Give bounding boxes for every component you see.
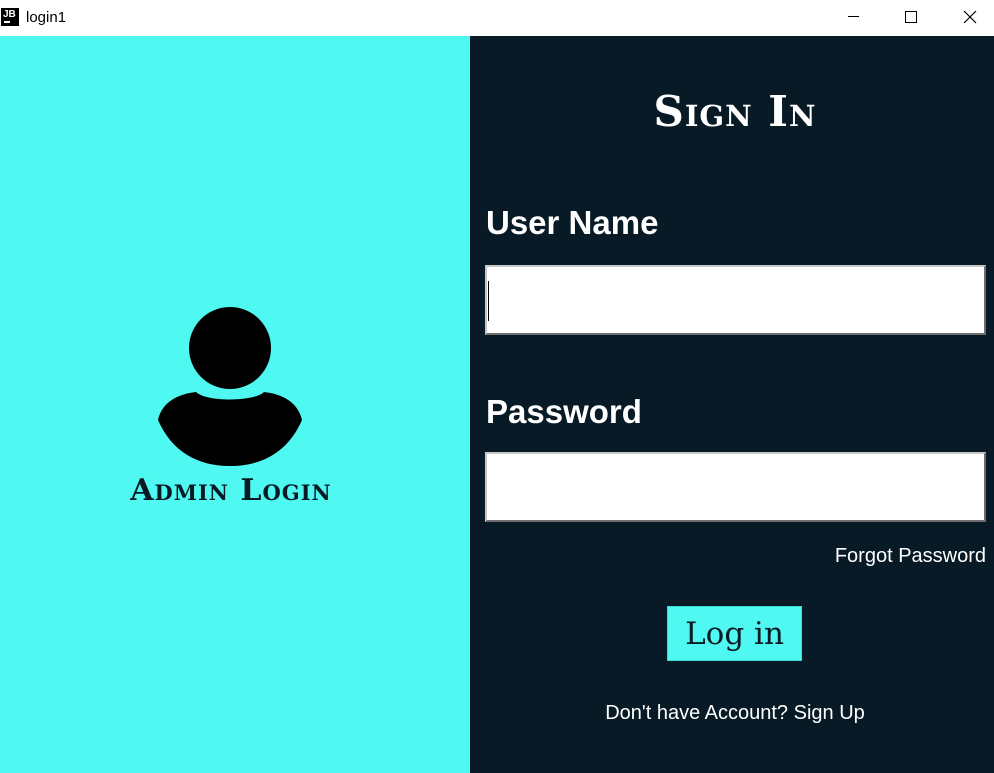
forgot-password-link[interactable]: Forgot Password [835,545,986,568]
password-label: Password [486,393,642,430]
maximize-button[interactable] [882,0,940,34]
title-bar[interactable]: JB login1 [0,0,994,36]
app-icon-text: JB [3,9,16,20]
signup-link[interactable]: Don't have Account? Sign Up [470,702,994,725]
minimize-icon [848,16,859,17]
window-title: login1 [26,9,67,26]
left-panel: Admin Login [0,36,470,773]
admin-login-label: Admin Login [130,473,332,508]
username-label: User Name [486,204,659,241]
user-icon [158,307,302,466]
username-input[interactable] [485,265,986,335]
login-button[interactable]: Log in [667,606,802,661]
login-window: JB login1 Admin Login Sign In User Name … [0,0,994,773]
maximize-icon [905,11,917,23]
close-button[interactable] [940,0,994,34]
text-caret [488,281,489,321]
sign-in-title: Sign In [653,87,817,136]
close-icon [963,10,977,24]
app-icon: JB [1,8,19,26]
right-panel: Sign In User Name Password Forgot Passwo… [470,36,994,773]
password-input[interactable] [485,452,986,522]
minimize-button[interactable] [824,0,882,34]
